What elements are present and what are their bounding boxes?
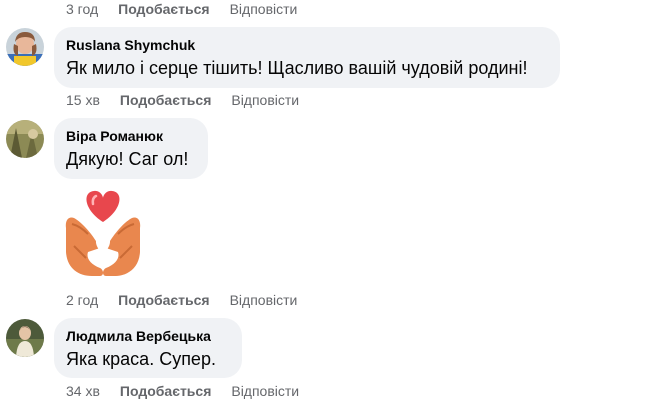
comment-timestamp[interactable]: 34 хв bbox=[66, 383, 100, 399]
avatar[interactable] bbox=[6, 120, 44, 158]
comment-timestamp[interactable]: 3 год bbox=[66, 1, 98, 17]
reply-button[interactable]: Відповісти bbox=[230, 292, 298, 308]
avatar[interactable] bbox=[6, 319, 44, 357]
comment-bubble: Людмила Вербецька Яка краса. Супер. bbox=[54, 318, 242, 378]
reply-button[interactable]: Відповісти bbox=[231, 383, 299, 399]
avatar[interactable] bbox=[6, 28, 44, 66]
avatar-photo-icon bbox=[6, 28, 44, 66]
comment-text: Яка краса. Супер. bbox=[66, 349, 216, 369]
comment-text: Як мило і серце тішить! Щасливо вашій чу… bbox=[66, 58, 528, 78]
comment-meta-row: 15 хв Подобається Відповісти bbox=[66, 92, 299, 108]
comment-bubble: Віра Романюк Дякую! Саг ол! bbox=[54, 118, 208, 179]
avatar-photo-icon bbox=[6, 319, 44, 357]
comment-timestamp[interactable]: 2 год bbox=[66, 292, 98, 308]
like-button[interactable]: Подобається bbox=[120, 383, 211, 399]
comment-author[interactable]: Віра Романюк bbox=[66, 127, 196, 145]
comment-author[interactable]: Ruslana Shymchuk bbox=[66, 36, 548, 54]
comment-timestamp[interactable]: 15 хв bbox=[66, 92, 100, 108]
comment-meta-row: 34 хв Подобається Відповісти bbox=[66, 383, 299, 399]
comment-text: Дякую! Саг ол! bbox=[66, 149, 189, 169]
comment-bubble: Ruslana Shymchuk Як мило і серце тішить!… bbox=[54, 27, 560, 88]
comment-meta-row: 3 год Подобається Відповісти bbox=[66, 1, 297, 17]
avatar-photo-icon bbox=[6, 120, 44, 158]
like-button[interactable]: Подобається bbox=[118, 1, 209, 17]
like-button[interactable]: Подобається bbox=[118, 292, 209, 308]
comment-meta-row: 2 год Подобається Відповісти bbox=[66, 292, 297, 308]
reply-button[interactable]: Відповісти bbox=[231, 92, 299, 108]
like-button[interactable]: Подобається bbox=[120, 92, 211, 108]
reply-button[interactable]: Відповісти bbox=[230, 1, 298, 17]
heart-hands-sticker-icon[interactable] bbox=[60, 188, 146, 282]
comment-author[interactable]: Людмила Вербецька bbox=[66, 327, 230, 345]
